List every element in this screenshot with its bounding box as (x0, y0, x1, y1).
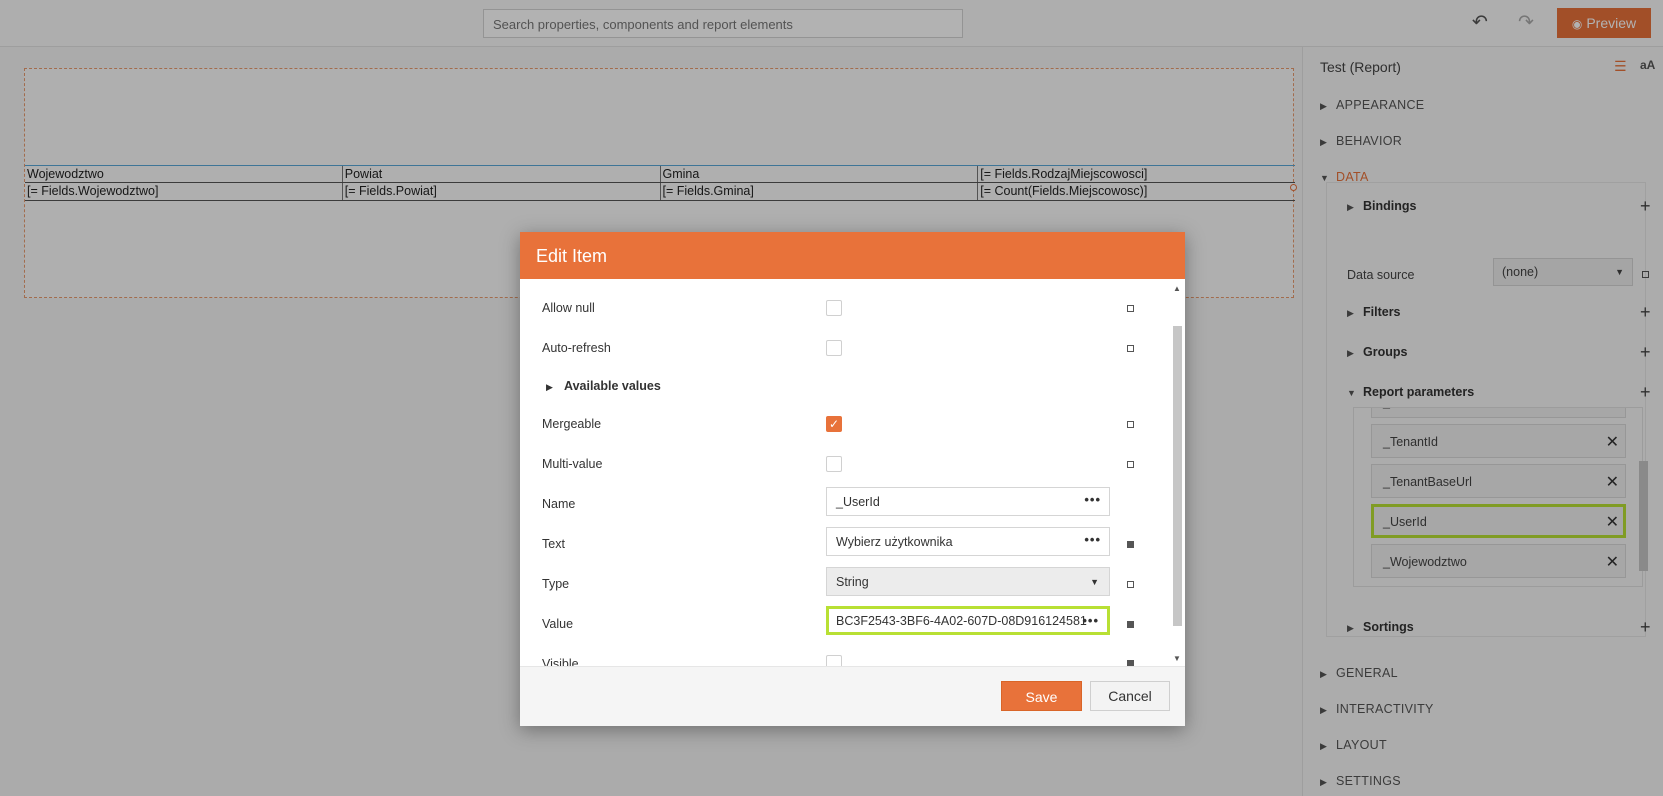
property-marker-icon[interactable] (1127, 621, 1134, 628)
mergeable-label: Mergeable (542, 417, 602, 431)
checkmark-icon: ✓ (828, 417, 840, 431)
allow-null-label: Allow null (542, 301, 595, 315)
scrollbar-thumb[interactable] (1173, 326, 1182, 626)
multi-value-checkbox[interactable] (826, 456, 842, 472)
more-options-icon[interactable]: ••• (1084, 532, 1101, 547)
visible-checkbox[interactable] (826, 655, 842, 666)
type-value: String (836, 575, 869, 589)
property-marker-icon[interactable] (1127, 461, 1134, 468)
mergeable-checkbox[interactable]: ✓ (826, 416, 842, 432)
edit-item-dialog: Edit Item Allow null Auto-refresh ▶ Avail… (520, 232, 1185, 726)
group-label: Available values (564, 379, 661, 393)
value-field[interactable]: BC3F2543-3BF6-4A02-607D-08D916124581 ••• (826, 606, 1110, 635)
property-marker-icon[interactable] (1127, 581, 1134, 588)
dialog-body: Allow null Auto-refresh ▶ Available value… (520, 279, 1168, 666)
value-value: BC3F2543-3BF6-4A02-607D-08D916124581 (836, 614, 1087, 628)
more-options-icon[interactable]: ••• (1084, 492, 1101, 507)
name-label: Name (542, 497, 576, 511)
type-label: Type (542, 577, 570, 591)
multi-value-label: Multi-value (542, 457, 603, 471)
dialog-footer: Save Cancel (520, 666, 1185, 726)
chevron-down-icon: ▼ (1090, 577, 1099, 587)
visible-label: Visible (542, 657, 579, 666)
dialog-scrollbar[interactable]: ▲ ▼ (1170, 282, 1184, 666)
scroll-down-icon[interactable]: ▼ (1173, 654, 1181, 663)
property-marker-icon[interactable] (1127, 541, 1134, 548)
property-marker-icon[interactable] (1127, 421, 1134, 428)
cancel-button[interactable]: Cancel (1090, 681, 1170, 711)
value-label: Value (542, 617, 574, 631)
property-marker-icon[interactable] (1127, 305, 1134, 312)
auto-refresh-checkbox[interactable] (826, 340, 842, 356)
expand-arrow-icon: ▶ (546, 382, 553, 392)
text-label: Text (542, 537, 565, 551)
dialog-title: Edit Item (520, 232, 1185, 279)
name-value: _UserId (836, 495, 880, 509)
name-field[interactable]: _UserId ••• (826, 487, 1110, 516)
scroll-up-icon[interactable]: ▲ (1173, 284, 1181, 293)
save-button[interactable]: Save (1001, 681, 1082, 711)
text-field[interactable]: Wybierz użytkownika ••• (826, 527, 1110, 556)
text-value: Wybierz użytkownika (836, 535, 953, 549)
more-options-icon[interactable]: ••• (1082, 613, 1099, 628)
auto-refresh-label: Auto-refresh (542, 341, 611, 355)
allow-null-checkbox[interactable] (826, 300, 842, 316)
type-select[interactable]: String ▼ (826, 567, 1110, 596)
available-values-group[interactable]: ▶ Available values (546, 379, 661, 393)
property-marker-icon[interactable] (1127, 345, 1134, 352)
